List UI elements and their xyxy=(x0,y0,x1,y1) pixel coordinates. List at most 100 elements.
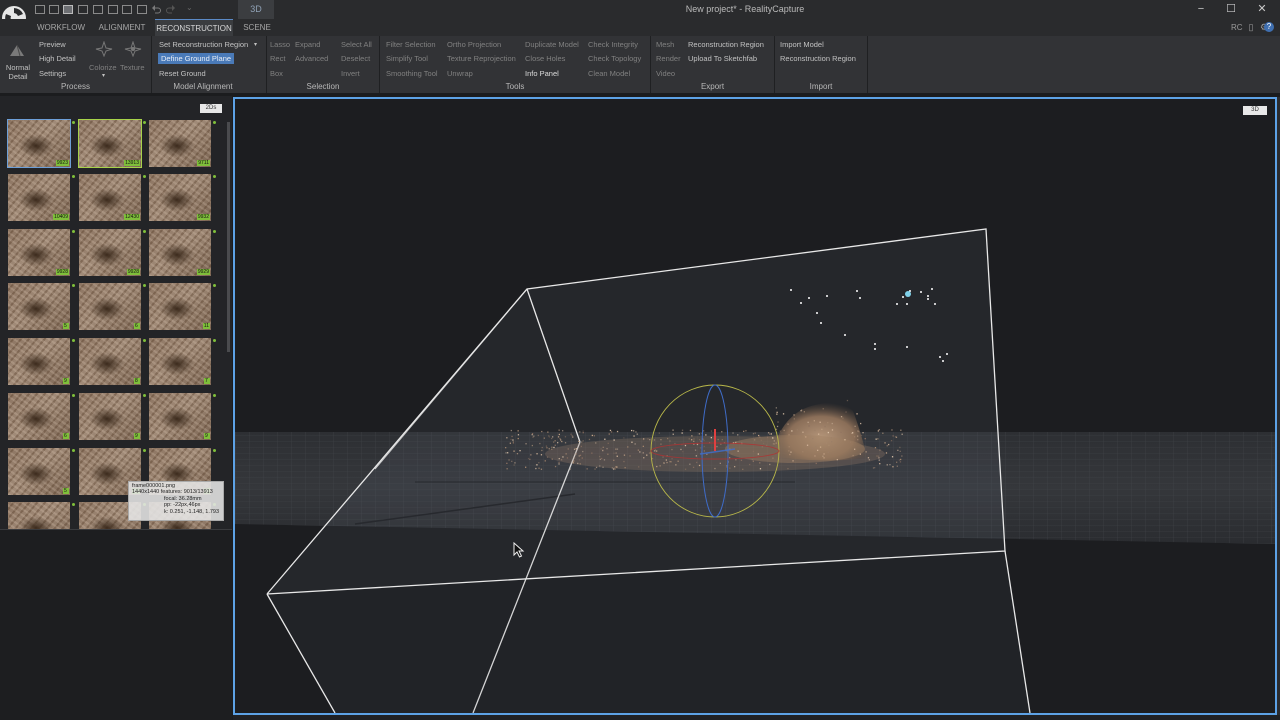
box-button[interactable]: Box xyxy=(270,69,283,79)
image-thumbnail[interactable]: 13913 xyxy=(78,119,142,168)
unwrap-button[interactable]: Unwrap xyxy=(447,69,473,79)
document-icon[interactable]: ▯ xyxy=(1246,22,1256,32)
view-badge-2ds[interactable]: 2Ds xyxy=(200,104,222,113)
image-thumbnail[interactable]: 9 xyxy=(79,393,141,440)
tab-alignment[interactable]: ALIGNMENT xyxy=(94,19,150,36)
quick-access-layout-3-icon[interactable] xyxy=(63,5,73,14)
rect-button[interactable]: Rect xyxy=(270,54,285,64)
high-detail-button[interactable]: High Detail xyxy=(39,54,76,64)
image-thumbnail[interactable]: 9 xyxy=(8,338,70,385)
image-thumbnail[interactable]: 9711 xyxy=(149,120,211,167)
quick-access-layout-1-icon[interactable] xyxy=(35,5,45,14)
texture-icon[interactable] xyxy=(124,41,142,57)
tab-workflow[interactable]: WORKFLOW xyxy=(33,19,89,36)
image-thumbnail[interactable]: 12430 xyxy=(79,174,141,221)
deselect-button[interactable]: Deselect xyxy=(341,54,370,64)
advanced-button[interactable]: Advanced xyxy=(295,54,328,64)
quick-access-dropdown-icon[interactable]: ⌄ xyxy=(186,3,193,12)
export-reconstruction-region-button[interactable]: Reconstruction Region xyxy=(688,40,764,50)
image-thumbnail[interactable]: 5 xyxy=(8,283,70,330)
ortho-projection-button[interactable]: Ortho Projection xyxy=(447,40,501,50)
thumbnail-feature-badge: 5 xyxy=(63,488,69,494)
render-button[interactable]: Render xyxy=(656,54,681,64)
thumbnail-scrollbar[interactable] xyxy=(227,122,230,352)
colorize-icon[interactable] xyxy=(95,41,113,57)
image-thumbnail[interactable]: 8 xyxy=(79,338,141,385)
close-holes-button[interactable]: Close Holes xyxy=(525,54,565,64)
point-cloud-point xyxy=(669,440,671,442)
check-integrity-button[interactable]: Check Integrity xyxy=(588,40,638,50)
redo-icon[interactable] xyxy=(166,4,176,14)
set-reconstruction-region-button[interactable]: Set Reconstruction Region xyxy=(159,40,248,50)
point-cloud-point xyxy=(551,458,553,460)
viewport-3d[interactable]: 3D xyxy=(233,97,1277,715)
colorize-dropdown-icon[interactable]: ▾ xyxy=(102,71,105,81)
image-thumbnail[interactable]: 7 xyxy=(149,338,211,385)
point-cloud-point xyxy=(639,451,641,453)
image-thumbnail[interactable]: 9923 xyxy=(7,119,71,168)
filter-selection-button[interactable]: Filter Selection xyxy=(386,40,436,50)
define-ground-plane-button[interactable]: Define Ground Plane xyxy=(158,53,235,64)
image-thumbnail-grid[interactable]: 2Ds 9923 13913 9711 10409 12430 9932 9928 9928 9… xyxy=(0,96,232,530)
point-cloud-point xyxy=(874,447,877,449)
reset-ground-button[interactable]: Reset Ground xyxy=(159,69,206,79)
image-thumbnail[interactable] xyxy=(8,502,70,529)
image-thumbnail[interactable]: 9928 xyxy=(8,229,70,276)
import-reconstruction-region-button[interactable]: Reconstruction Region xyxy=(780,54,856,64)
quick-access-layout-6-icon[interactable] xyxy=(108,5,118,14)
point-cloud-point xyxy=(680,448,682,451)
duplicate-model-button[interactable]: Duplicate Model xyxy=(525,40,579,50)
quick-access-layout-8-icon[interactable] xyxy=(137,5,147,14)
thumbnail-feature-badge: 9929 xyxy=(196,269,210,275)
upload-to-sketchfab-button[interactable]: Upload To Sketchfab xyxy=(688,54,757,64)
help-icon[interactable]: ? xyxy=(1264,22,1274,32)
smoothing-tool-button[interactable]: Smoothing Tool xyxy=(386,69,438,79)
clean-model-button[interactable]: Clean Model xyxy=(588,69,630,79)
set-region-dropdown-icon[interactable]: ▾ xyxy=(254,40,257,50)
image-thumbnail[interactable]: 9 xyxy=(149,393,211,440)
point-cloud-point xyxy=(899,450,901,452)
image-thumbnail[interactable]: 9929 xyxy=(149,229,211,276)
quick-access-layout-4-icon[interactable] xyxy=(78,5,88,14)
close-button[interactable]: ✕ xyxy=(1247,0,1277,19)
quick-access-layout-2-icon[interactable] xyxy=(49,5,59,14)
point-cloud-point xyxy=(623,454,626,456)
minimize-button[interactable]: − xyxy=(1186,0,1216,19)
invert-button[interactable]: Invert xyxy=(341,69,360,79)
check-topology-button[interactable]: Check Topology xyxy=(588,54,641,64)
tab-scene[interactable]: SCENE xyxy=(238,19,276,36)
info-panel-button[interactable]: Info Panel xyxy=(525,69,559,79)
preview-button[interactable]: Preview xyxy=(39,40,66,50)
reconstruction-region-box[interactable] xyxy=(266,228,1031,713)
import-model-button[interactable]: Import Model xyxy=(780,40,824,50)
expand-button[interactable]: Expand xyxy=(295,40,320,50)
normal-detail-icon[interactable] xyxy=(8,42,26,58)
image-thumbnail[interactable]: 11 xyxy=(149,283,211,330)
maximize-button[interactable]: ☐ xyxy=(1216,0,1246,19)
image-thumbnail[interactable]: 9932 xyxy=(149,174,211,221)
point-cloud-point xyxy=(603,459,606,461)
view-tab-3d[interactable]: 3D xyxy=(238,0,274,19)
quick-access-layout-7-icon[interactable] xyxy=(122,5,132,14)
normal-detail-button-line2[interactable]: Detail xyxy=(5,72,31,82)
lasso-button[interactable]: Lasso xyxy=(270,40,290,50)
3d-scene[interactable] xyxy=(235,99,1275,713)
point-cloud-point xyxy=(851,432,853,434)
image-thumbnail[interactable]: 9928 xyxy=(79,229,141,276)
image-thumbnail[interactable]: 6 xyxy=(79,283,141,330)
video-button[interactable]: Video xyxy=(656,69,675,79)
quick-access-layout-5-icon[interactable] xyxy=(93,5,103,14)
select-all-button[interactable]: Select All xyxy=(341,40,372,50)
simplify-tool-button[interactable]: Simplify Tool xyxy=(386,54,428,64)
texture-reprojection-button[interactable]: Texture Reprojection xyxy=(447,54,516,64)
texture-button[interactable]: Texture xyxy=(120,63,145,73)
image-thumbnail[interactable]: 5 xyxy=(8,448,70,495)
view-badge-3d[interactable]: 3D xyxy=(1243,106,1267,115)
undo-icon[interactable] xyxy=(151,4,161,14)
settings-button[interactable]: Settings xyxy=(39,69,66,79)
tab-reconstruction[interactable]: RECONSTRUCTION xyxy=(155,19,233,36)
mesh-export-button[interactable]: Mesh xyxy=(656,40,674,50)
image-thumbnail[interactable]: 6 xyxy=(8,393,70,440)
image-thumbnail[interactable]: 10409 xyxy=(8,174,70,221)
point-cloud-point xyxy=(681,429,684,431)
